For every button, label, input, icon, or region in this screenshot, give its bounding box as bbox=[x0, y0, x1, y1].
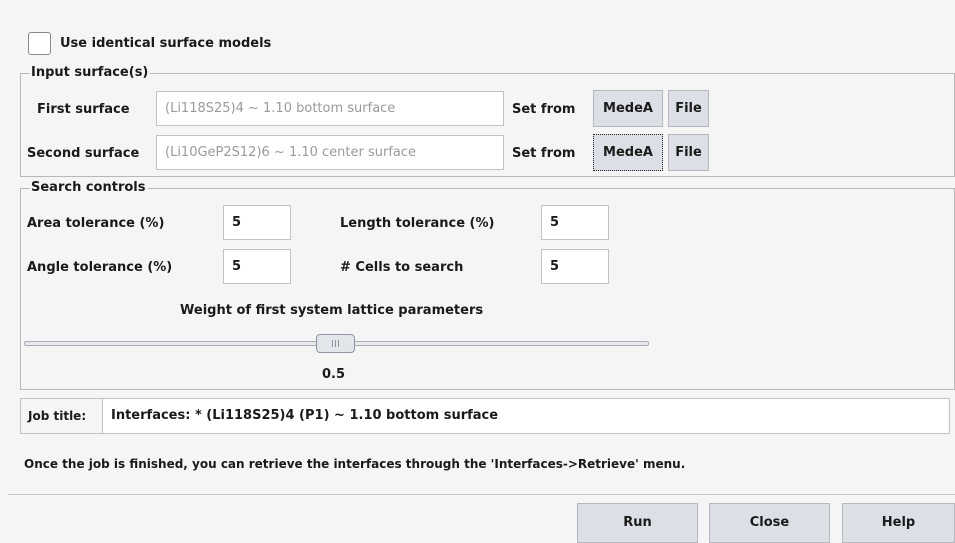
second-surface-field[interactable]: (Li10GeP2S12)6 ~ 1.10 center surface bbox=[156, 135, 504, 170]
first-surface-label: First surface bbox=[37, 102, 130, 117]
identical-surface-label: Use identical surface models bbox=[60, 36, 272, 51]
weight-slider-label: Weight of first system lattice parameter… bbox=[180, 303, 484, 318]
angle-tolerance-label: Angle tolerance (%) bbox=[27, 260, 173, 275]
second-surface-label: Second surface bbox=[27, 146, 140, 161]
weight-value-label: 0.5 bbox=[322, 367, 346, 382]
identical-surface-checkbox[interactable] bbox=[28, 32, 51, 55]
search-controls-legend: Search controls bbox=[30, 180, 148, 196]
footer-divider bbox=[8, 494, 955, 495]
angle-tolerance-input[interactable]: 5 bbox=[223, 249, 291, 284]
area-tolerance-label: Area tolerance (%) bbox=[27, 216, 165, 231]
cells-to-search-label: # Cells to search bbox=[340, 260, 464, 275]
run-button[interactable]: Run bbox=[577, 503, 698, 543]
length-tolerance-input[interactable]: 5 bbox=[541, 205, 609, 240]
close-button[interactable]: Close bbox=[709, 503, 830, 543]
area-tolerance-input[interactable]: 5 bbox=[223, 205, 291, 240]
input-surfaces-legend: Input surface(s) bbox=[30, 65, 151, 81]
info-text: Once the job is finished, you can retrie… bbox=[24, 457, 686, 471]
weight-slider-thumb[interactable] bbox=[316, 334, 355, 353]
help-button[interactable]: Help bbox=[842, 503, 955, 543]
second-surface-file-button[interactable]: File bbox=[668, 134, 709, 171]
job-title-label: Job title: bbox=[28, 409, 87, 423]
first-surface-medea-button[interactable]: MedeA bbox=[593, 90, 663, 127]
first-surface-set-from-label: Set from bbox=[512, 102, 576, 117]
cells-to-search-input[interactable]: 5 bbox=[541, 249, 609, 284]
length-tolerance-label: Length tolerance (%) bbox=[340, 216, 495, 231]
first-surface-file-button[interactable]: File bbox=[668, 90, 709, 127]
second-surface-set-from-label: Set from bbox=[512, 146, 576, 161]
second-surface-medea-button[interactable]: MedeA bbox=[593, 134, 663, 171]
first-surface-field[interactable]: (Li118S25)4 ~ 1.10 bottom surface bbox=[156, 91, 504, 126]
job-title-input[interactable]: Interfaces: * (Li118S25)4 (P1) ~ 1.10 bo… bbox=[102, 398, 950, 434]
